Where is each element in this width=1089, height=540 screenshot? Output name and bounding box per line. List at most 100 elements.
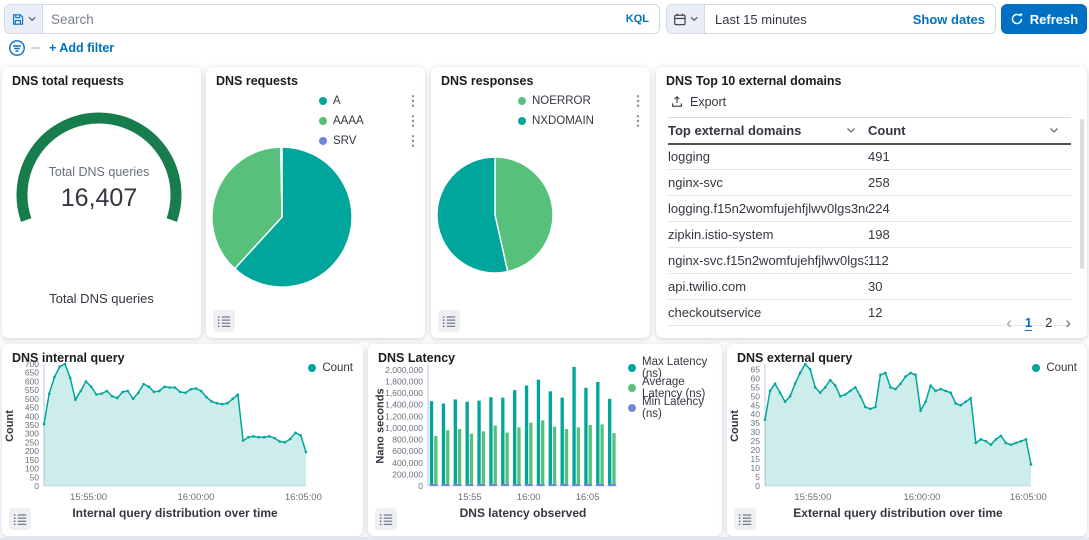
- pagination-prev-button[interactable]: ‹: [1006, 314, 1012, 331]
- svg-text:1,600,000: 1,600,000: [385, 388, 423, 398]
- legend-color-dot: [308, 364, 316, 372]
- cell-count: 112: [868, 253, 1071, 268]
- date-picker: Last 15 minutes Show dates: [666, 4, 996, 34]
- list-icon: [737, 511, 753, 527]
- svg-text:400,000: 400,000: [392, 458, 423, 468]
- legend-toggle-button[interactable]: [213, 310, 235, 332]
- column-header-count[interactable]: Count: [868, 123, 1071, 138]
- svg-text:Total DNS queries: Total DNS queries: [49, 165, 150, 179]
- save-icon: [11, 12, 25, 27]
- list-icon: [441, 313, 457, 329]
- cell-domain: logging.f15n2womfujehfjlwv0lgs3nog....: [668, 201, 868, 216]
- list-icon: [378, 511, 394, 527]
- legend-item-Average-Latency-ns-[interactable]: Average Latency (ns): [628, 378, 722, 398]
- svg-text:15:55: 15:55: [458, 492, 482, 503]
- gauge-bottom-label: Total DNS queries: [2, 291, 201, 306]
- svg-text:5: 5: [755, 472, 760, 482]
- chevron-down-icon: [28, 16, 36, 22]
- legend-menu-icon[interactable]: [411, 134, 415, 148]
- svg-text:200: 200: [25, 446, 39, 456]
- legend-color-dot: [518, 117, 526, 125]
- svg-text:1,200,000: 1,200,000: [385, 411, 423, 421]
- legend-menu-icon[interactable]: [636, 94, 640, 108]
- column-header-domains[interactable]: Top external domains: [668, 123, 868, 138]
- legend-item-Count[interactable]: Count: [1032, 358, 1077, 378]
- svg-text:35: 35: [751, 418, 761, 428]
- chart-legend: Count: [1032, 358, 1077, 378]
- sort-chevron-icon: [1049, 127, 1059, 134]
- refresh-label: Refresh: [1030, 12, 1078, 27]
- pagination-page-1[interactable]: 1: [1025, 315, 1032, 330]
- legend-menu-icon[interactable]: [636, 114, 640, 128]
- time-range-value[interactable]: Last 15 minutes: [705, 12, 807, 27]
- legend-item-Max-Latency-ns-[interactable]: Max Latency (ns): [628, 358, 722, 378]
- legend-label: NXDOMAIN: [532, 115, 594, 127]
- svg-text:50: 50: [751, 391, 761, 401]
- svg-text:0: 0: [418, 481, 423, 491]
- table-row[interactable]: api.twilio.com30: [668, 274, 1071, 300]
- export-button[interactable]: Export: [670, 95, 726, 109]
- svg-text:65: 65: [751, 364, 761, 374]
- cell-count: 258: [868, 175, 1071, 190]
- legend-toggle-button[interactable]: [734, 508, 756, 530]
- svg-text:1,000,000: 1,000,000: [385, 423, 423, 433]
- legend-toggle-button[interactable]: [438, 310, 460, 332]
- legend-item-NOERROR[interactable]: NOERROR: [518, 91, 640, 111]
- table-row[interactable]: nginx-svc.f15n2womfujehfjlwv0lgs3no...11…: [668, 248, 1071, 274]
- legend-item-Min-Latency-ns-[interactable]: Min Latency (ns): [628, 398, 722, 418]
- panel-dns-total-requests: DNS total requests Total DNS queries16,4…: [2, 67, 201, 338]
- column-header-label: Count: [868, 123, 906, 138]
- refresh-icon: [1010, 12, 1024, 26]
- legend-toggle-button[interactable]: [9, 508, 31, 530]
- refresh-button[interactable]: Refresh: [1001, 4, 1087, 34]
- chart-legend: AAAAASRV: [319, 91, 415, 151]
- legend-menu-icon[interactable]: [411, 94, 415, 108]
- chart-legend: NOERROR NXDOMAIN: [518, 91, 640, 131]
- svg-text:15:55:00: 15:55:00: [70, 492, 107, 503]
- svg-text:16,407: 16,407: [61, 184, 137, 212]
- calendar-button[interactable]: [667, 5, 705, 33]
- legend-item-AAAA[interactable]: AAAA: [319, 111, 415, 131]
- legend-toggle-button[interactable]: [375, 508, 397, 530]
- svg-text:350: 350: [25, 420, 39, 430]
- cell-domain: checkoutservice: [668, 305, 868, 320]
- svg-text:2,000,000: 2,000,000: [385, 365, 423, 375]
- search-input[interactable]: [43, 12, 616, 27]
- legend-item-SRV[interactable]: SRV: [319, 131, 415, 151]
- legend-color-dot: [1032, 364, 1040, 372]
- saved-query-menu-button[interactable]: [5, 5, 43, 33]
- svg-text:800,000: 800,000: [392, 435, 423, 445]
- svg-text:10: 10: [751, 463, 761, 473]
- list-icon: [12, 511, 28, 527]
- filters-icon[interactable]: [8, 39, 26, 57]
- legend-label: A: [333, 95, 341, 107]
- export-icon: [670, 95, 684, 109]
- legend-item-A[interactable]: A: [319, 91, 415, 111]
- show-dates-button[interactable]: Show dates: [913, 12, 995, 27]
- legend-label: Min Latency (ns): [642, 396, 722, 420]
- legend-label: AAAA: [333, 115, 364, 127]
- cell-count: 224: [868, 201, 1071, 216]
- table-scrollbar[interactable]: [1080, 119, 1084, 269]
- svg-text:150: 150: [25, 455, 39, 465]
- sort-chevron-icon: [846, 127, 856, 134]
- table-row[interactable]: nginx-svc258: [668, 170, 1071, 196]
- pagination-page-2[interactable]: 2: [1045, 315, 1052, 330]
- legend-color-dot: [319, 117, 327, 125]
- legend-label: Count: [322, 362, 353, 374]
- pagination: ‹ 12 ›: [1006, 314, 1071, 331]
- add-filter-button[interactable]: + Add filter: [49, 41, 114, 55]
- pagination-next-button[interactable]: ›: [1065, 314, 1071, 331]
- legend-label: Count: [1046, 362, 1077, 374]
- cell-domain: nginx-svc: [668, 175, 868, 190]
- table-header: Top external domains Count: [668, 117, 1071, 145]
- legend-item-NXDOMAIN[interactable]: NXDOMAIN: [518, 111, 640, 131]
- table-row[interactable]: zipkin.istio-system198: [668, 222, 1071, 248]
- svg-text:250: 250: [25, 437, 39, 447]
- svg-text:20: 20: [751, 445, 761, 455]
- legend-item-Count[interactable]: Count: [308, 358, 353, 378]
- table-row[interactable]: logging491: [668, 144, 1071, 170]
- legend-menu-icon[interactable]: [411, 114, 415, 128]
- kql-button[interactable]: KQL: [616, 13, 659, 25]
- table-row[interactable]: logging.f15n2womfujehfjlwv0lgs3nog....22…: [668, 196, 1071, 222]
